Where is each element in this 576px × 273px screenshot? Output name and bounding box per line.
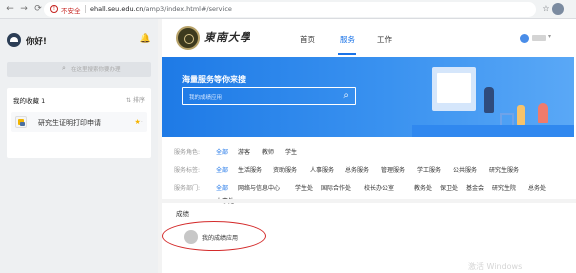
filter-option[interactable]: 校长办公室 <box>364 183 394 192</box>
bell-icon[interactable]: 🔔 <box>140 34 151 44</box>
nav-services[interactable]: 服务 <box>340 34 355 45</box>
filter-option[interactable]: 生活服务 <box>238 165 262 174</box>
filter-option[interactable]: 总务处 <box>528 183 546 192</box>
url-path: /amp3/index.html#/service <box>143 5 232 13</box>
forward-icon[interactable]: → <box>18 3 30 15</box>
avatar[interactable] <box>7 33 21 47</box>
address-separator <box>85 5 86 13</box>
service-search-input[interactable]: 我的成绩应用 ⌕ <box>182 87 356 105</box>
search-banner: 海量服务等你来搜 我的成绩应用 ⌕ <box>162 57 574 137</box>
filter-label: 服务角色: <box>174 149 201 156</box>
activate-windows-watermark: 激活 Windows <box>468 262 523 271</box>
url-host: ehall.seu.edu.cn <box>90 5 144 13</box>
filter-row-tag: 服务标签: 全部 生活服务 资助服务 人事服务 总务服务 管理服务 学工服务 公… <box>174 165 574 177</box>
illustration-person <box>517 105 525 127</box>
reload-icon[interactable]: ⟳ <box>32 3 44 15</box>
favorites-card: 我的收藏 1 ⇅ 排序 研究生证明打印申请 ★· <box>7 88 151 158</box>
filter-option[interactable]: 国际合作处 <box>321 183 351 192</box>
illustration-plant <box>538 103 548 123</box>
results-category-title: 成绩 <box>176 210 189 218</box>
greeting: 你好! <box>26 37 47 47</box>
active-tab-indicator <box>338 53 356 55</box>
illustration-person <box>484 87 494 113</box>
university-seal-logo <box>176 26 200 50</box>
illustration-board <box>432 67 476 111</box>
filter-option[interactable]: 全部 <box>216 165 228 174</box>
favorite-item[interactable]: 研究生证明打印申请 ★· <box>11 112 147 132</box>
service-search-placeholder: 我的成绩应用 <box>189 95 223 101</box>
red-highlight-ellipse <box>162 221 266 251</box>
filter-option[interactable]: 研究生服务 <box>489 165 519 174</box>
back-icon[interactable]: ← <box>4 3 16 15</box>
star-icon[interactable]: ☆ <box>540 3 552 15</box>
filter-option[interactable]: 研究生院 <box>492 183 516 192</box>
filter-row-role: 服务角色: 全部 游客 教师 学生 <box>174 147 474 159</box>
main-content: 東南大學 首页 服务 工作 ▾ 海量服务等你来搜 我的成绩应用 ⌕ 服务角色: … <box>162 19 576 273</box>
filter-option[interactable]: 全部 <box>216 147 228 156</box>
url-text[interactable]: ehall.seu.edu.cn/amp3/index.html#/servic… <box>90 5 232 13</box>
filter-option[interactable]: 基金会 <box>466 183 484 192</box>
university-logo-text: 東南大學 <box>204 31 250 44</box>
section-divider <box>162 199 576 203</box>
sort-label: 排序 <box>132 97 145 104</box>
filter-option[interactable]: 总务服务 <box>345 165 369 174</box>
sidebar-search-input[interactable]: ⌕ 在这里搜索你要办理 <box>7 62 151 77</box>
filter-option[interactable]: 游客 <box>238 147 250 156</box>
warning-icon: ! <box>50 5 58 13</box>
address-bar[interactable]: ! 不安全 ehall.seu.edu.cn/amp3/index.html#/… <box>44 2 536 17</box>
filter-option[interactable]: 管理服务 <box>381 165 405 174</box>
chevron-down-icon[interactable]: ▾ <box>548 33 551 40</box>
illustration-floor <box>412 125 574 137</box>
sidebar: 你好! 🔔 ⌕ 在这里搜索你要办理 我的收藏 1 ⇅ 排序 研究生证明打印申请 … <box>0 19 158 273</box>
filter-option[interactable]: 教师 <box>262 147 274 156</box>
certificate-print-icon <box>15 116 27 128</box>
filter-option[interactable]: 公共服务 <box>453 165 477 174</box>
filter-option[interactable]: 学生处 <box>295 183 313 192</box>
sort-button[interactable]: ⇅ 排序 <box>126 95 145 104</box>
search-icon: ⌕ <box>62 64 66 72</box>
search-icon[interactable]: ⌕ <box>343 90 349 101</box>
filter-option[interactable]: 资助服务 <box>273 165 297 174</box>
sidebar-search-placeholder: 在这里搜索你要办理 <box>71 67 121 73</box>
nav-home[interactable]: 首页 <box>300 34 315 45</box>
filter-label: 服务部门: <box>174 185 201 192</box>
filter-option[interactable]: 全部 <box>216 183 228 192</box>
profile-avatar[interactable] <box>552 3 564 15</box>
filter-option[interactable]: 教务处 <box>414 183 432 192</box>
top-navigation: 東南大學 首页 服务 工作 ▾ <box>162 19 576 57</box>
user-name-blurred[interactable] <box>532 35 546 41</box>
security-label: 不安全 <box>61 7 81 15</box>
favorite-star-icon[interactable]: ★· <box>134 118 143 126</box>
nav-work[interactable]: 工作 <box>377 34 392 45</box>
filter-option[interactable]: 人事服务 <box>310 165 334 174</box>
filter-option[interactable]: 学生 <box>285 147 297 156</box>
sidebar-header: 你好! 🔔 <box>7 33 151 47</box>
filter-option[interactable]: 网络与信息中心 <box>238 183 280 192</box>
favorites-title: 我的收藏 1 <box>13 97 46 105</box>
filter-option[interactable]: 保卫处 <box>440 183 458 192</box>
user-icon[interactable] <box>520 34 529 43</box>
browser-toolbar: ← → ⟳ ! 不安全 ehall.seu.edu.cn/amp3/index.… <box>0 0 576 19</box>
filter-option[interactable]: 学工服务 <box>417 165 441 174</box>
banner-title: 海量服务等你来搜 <box>182 75 246 84</box>
filter-row-department: 服务部门: 全部 网络与信息中心 学生处 国际合作处 校长办公室 教务处 保卫处… <box>174 183 574 195</box>
favorite-item-label: 研究生证明打印申请 <box>38 119 101 127</box>
filter-label: 服务标签: <box>174 167 201 174</box>
